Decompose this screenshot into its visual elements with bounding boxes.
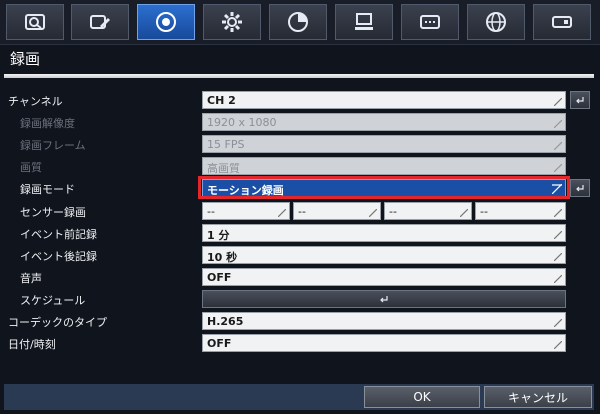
dropdown-corner-icon bbox=[554, 120, 562, 128]
dropdown-corner-icon bbox=[554, 275, 562, 283]
row-channel: チャンネル CH 2 bbox=[0, 91, 600, 111]
recording-mode-select[interactable]: モーション録画 bbox=[202, 179, 566, 197]
tab-storage[interactable] bbox=[533, 4, 591, 40]
dropdown-corner-icon bbox=[552, 184, 562, 194]
row-datetime: 日付/時刻 OFF bbox=[0, 334, 600, 354]
title-divider bbox=[4, 74, 594, 78]
sensor-4-select[interactable]: -- bbox=[475, 202, 566, 220]
row-pre-event: イベント前記録 1 分 bbox=[0, 224, 600, 244]
row-sensor-recording: センサー録画 -- -- -- -- bbox=[0, 202, 600, 222]
tab-network[interactable] bbox=[467, 4, 525, 40]
dropdown-corner-icon bbox=[554, 98, 562, 106]
resolution-label: 録画解像度 bbox=[20, 117, 75, 130]
sensor-2-select[interactable]: -- bbox=[293, 202, 381, 220]
cancel-button[interactable]: キャンセル bbox=[484, 386, 592, 408]
row-codec: コーデックのタイプ H.265 bbox=[0, 312, 600, 332]
post-event-value: 10 秒 bbox=[207, 251, 238, 264]
tab-statistics[interactable] bbox=[269, 4, 327, 40]
tab-display[interactable] bbox=[401, 4, 459, 40]
datetime-label: 日付/時刻 bbox=[8, 338, 56, 351]
audio-label: 音声 bbox=[20, 272, 42, 285]
ok-button[interactable]: OK bbox=[364, 386, 480, 408]
page-title: 録画 bbox=[10, 50, 41, 68]
datetime-value: OFF bbox=[207, 337, 232, 350]
display-icon bbox=[420, 15, 440, 29]
computer-icon bbox=[355, 13, 373, 30]
frame-rate-label: 録画フレーム bbox=[20, 139, 86, 152]
frame-rate-value: 15 FPS bbox=[207, 138, 245, 151]
codec-label: コーデックのタイプ bbox=[8, 316, 107, 329]
video-edit-icon bbox=[90, 15, 110, 29]
record-icon bbox=[156, 12, 176, 32]
resolution-select: 1920 x 1080 bbox=[202, 113, 566, 131]
row-frame-rate: 録画フレーム 15 FPS bbox=[0, 135, 600, 155]
dropdown-corner-icon bbox=[460, 209, 468, 217]
resolution-value: 1920 x 1080 bbox=[207, 116, 277, 129]
dropdown-corner-icon bbox=[554, 319, 562, 327]
enter-arrow-icon bbox=[576, 97, 584, 104]
dropdown-corner-icon bbox=[554, 231, 562, 239]
camera-search-icon bbox=[25, 14, 45, 30]
tab-video-edit[interactable] bbox=[71, 4, 129, 40]
recording-mode-copy-button[interactable] bbox=[570, 179, 590, 197]
dropdown-corner-icon bbox=[278, 209, 286, 217]
frame-rate-select: 15 FPS bbox=[202, 135, 566, 153]
schedule-label: スケジュール bbox=[20, 294, 86, 307]
dropdown-corner-icon bbox=[369, 209, 377, 217]
recording-settings-window: 録画 チャンネル CH 2 録画解像度 1920 x 1080 録画フレーム 1… bbox=[0, 0, 600, 414]
dropdown-corner-icon bbox=[554, 209, 562, 217]
quality-label: 画質 bbox=[20, 161, 42, 174]
gear-icon bbox=[222, 12, 242, 32]
sensor-4-value: -- bbox=[480, 205, 488, 218]
sensor-3-value: -- bbox=[389, 205, 397, 218]
channel-label: チャンネル bbox=[8, 95, 63, 108]
sensor-2-value: -- bbox=[298, 205, 306, 218]
audio-select[interactable]: OFF bbox=[202, 268, 566, 286]
recording-mode-label: 録画モード bbox=[20, 183, 75, 196]
dropdown-corner-icon bbox=[554, 142, 562, 150]
row-quality: 画質 高画質 bbox=[0, 157, 600, 177]
tab-settings[interactable] bbox=[203, 4, 261, 40]
dropdown-corner-icon bbox=[554, 341, 562, 349]
sensor-3-select[interactable]: -- bbox=[384, 202, 472, 220]
dropdown-corner-icon bbox=[554, 253, 562, 261]
channel-select[interactable]: CH 2 bbox=[202, 91, 566, 109]
row-schedule: スケジュール bbox=[0, 290, 600, 310]
globe-icon bbox=[486, 12, 506, 32]
row-post-event: イベント後記録 10 秒 bbox=[0, 246, 600, 266]
pie-chart-icon bbox=[288, 12, 308, 32]
row-resolution: 録画解像度 1920 x 1080 bbox=[0, 113, 600, 133]
sensor-1-select[interactable]: -- bbox=[202, 202, 290, 220]
tab-camera-search[interactable] bbox=[6, 4, 64, 40]
quality-select: 高画質 bbox=[202, 157, 566, 175]
channel-value: CH 2 bbox=[207, 94, 236, 107]
post-event-select[interactable]: 10 秒 bbox=[202, 246, 566, 264]
schedule-button[interactable] bbox=[202, 290, 566, 308]
top-tab-bar bbox=[0, 0, 600, 45]
pre-event-label: イベント前記録 bbox=[20, 228, 97, 241]
pre-event-select[interactable]: 1 分 bbox=[202, 224, 566, 242]
channel-copy-button[interactable] bbox=[570, 91, 590, 109]
sensor-1-value: -- bbox=[207, 205, 215, 218]
pre-event-value: 1 分 bbox=[207, 229, 230, 242]
enter-arrow-icon bbox=[576, 185, 584, 192]
post-event-label: イベント後記録 bbox=[20, 250, 97, 263]
sensor-recording-label: センサー録画 bbox=[20, 206, 86, 219]
codec-value: H.265 bbox=[207, 315, 244, 328]
dropdown-corner-icon bbox=[554, 164, 562, 172]
tab-record[interactable] bbox=[137, 4, 195, 40]
recording-mode-value: モーション録画 bbox=[207, 184, 284, 197]
datetime-select[interactable]: OFF bbox=[202, 334, 566, 352]
codec-select[interactable]: H.265 bbox=[202, 312, 566, 330]
row-audio: 音声 OFF bbox=[0, 268, 600, 288]
audio-value: OFF bbox=[207, 271, 232, 284]
quality-value: 高画質 bbox=[207, 162, 240, 175]
row-recording-mode: 録画モード モーション録画 bbox=[0, 179, 600, 199]
storage-icon bbox=[552, 16, 572, 28]
enter-arrow-icon bbox=[380, 296, 388, 303]
tab-system[interactable] bbox=[335, 4, 393, 40]
